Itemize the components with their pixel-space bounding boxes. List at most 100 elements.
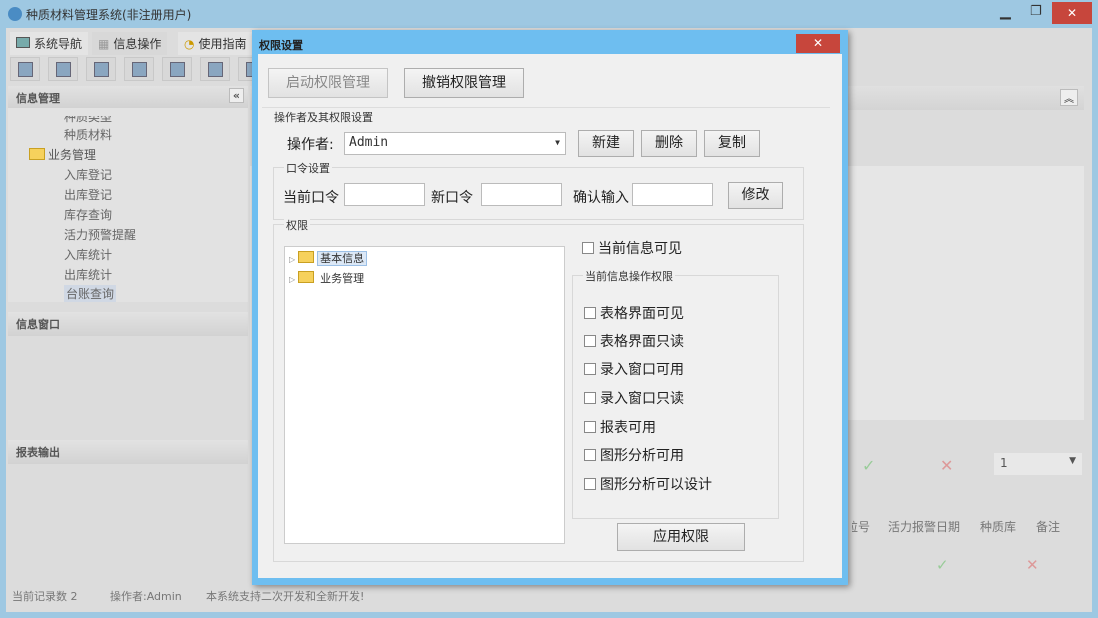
start-permission-button[interactable]: 启动权限管理 [268, 68, 388, 98]
user-tool-button[interactable] [124, 57, 154, 81]
checkbox-label: 图形分析可以设计 [600, 477, 712, 493]
confirm-icon[interactable]: ✓ [936, 556, 949, 574]
tree-item[interactable]: 入库登记 [64, 166, 112, 183]
tab-label: 使用指南 [198, 37, 247, 51]
col-header[interactable]: 活力报警日期 [888, 518, 960, 535]
window-close-button[interactable]: ✕ [1052, 2, 1092, 24]
app-title: 种质材料管理系统(非注册用户) [26, 8, 192, 22]
status-operator: 操作者:Admin [110, 590, 182, 603]
tree-node[interactable]: ▷ 业务管理 [289, 270, 367, 286]
current-password-label: 当前口令 [283, 190, 339, 206]
panel-title: 信息管理 [16, 92, 60, 105]
section-label: 操作者及其权限设置 [274, 111, 373, 124]
copy-button[interactable]: 复制 [704, 130, 760, 157]
dialog-close-button[interactable]: ✕ [796, 34, 840, 53]
op-checkbox[interactable]: 图形分析可用 [584, 445, 684, 465]
visible-checkbox[interactable]: 当前信息可见 [582, 238, 682, 258]
document-tool-button[interactable] [86, 57, 116, 81]
checkbox-label: 录入窗口可用 [600, 362, 684, 378]
screen-tool-button[interactable] [162, 57, 192, 81]
modify-button[interactable]: 修改 [728, 182, 783, 209]
maximize-button[interactable]: ❐ [1030, 4, 1042, 19]
tab-info-ops[interactable]: ▦ 信息操作 [92, 32, 168, 55]
col-header[interactable]: 种质库 [980, 518, 1016, 535]
apply-permission-button[interactable]: 应用权限 [617, 523, 745, 551]
confirm-password-input[interactable] [632, 183, 713, 206]
group-label: 口令设置 [284, 160, 332, 176]
new-button[interactable]: 新建 [578, 130, 634, 157]
panel-title: 信息窗口 [16, 318, 60, 331]
collapse-up-icon[interactable]: ︽ [1060, 89, 1078, 106]
app-icon [8, 7, 22, 21]
chevron-down-icon: ▼ [555, 138, 560, 147]
tree-item[interactable]: 库存查询 [64, 206, 112, 223]
op-checkbox[interactable]: 录入窗口可用 [584, 359, 684, 379]
op-checkbox[interactable]: 表格界面可见 [584, 303, 684, 323]
tab-guide[interactable]: ◔ 使用指南 [178, 32, 253, 55]
tree-item[interactable]: 活力预警提醒 [64, 226, 136, 243]
monitor-icon [16, 37, 30, 48]
tree-item[interactable]: 种质类型 [64, 116, 112, 125]
revoke-permission-button[interactable]: 撤销权限管理 [404, 68, 524, 98]
op-checkbox[interactable]: 表格界面只读 [584, 331, 684, 351]
status-records: 当前记录数 2 [12, 590, 78, 603]
panel-title: 报表输出 [16, 446, 60, 459]
tree-item-selected[interactable]: 台账查询 [64, 285, 117, 302]
tree-label: 基本信息 [317, 251, 368, 266]
tree-item[interactable]: 出库登记 [64, 186, 112, 203]
panel-report-header: 报表输出 [8, 440, 248, 464]
status-note: 本系统支持二次开发和全新开发! [206, 590, 365, 603]
window-tool-button[interactable] [200, 57, 230, 81]
folder-icon [29, 148, 45, 160]
checkbox-label: 表格界面只读 [600, 334, 684, 350]
op-checkbox[interactable]: 图形分析可以设计 [584, 474, 712, 494]
chevron-down-icon: ▼ [1069, 456, 1076, 466]
new-password-label: 新口令 [431, 190, 473, 206]
grid-icon: ▦ [98, 37, 110, 51]
cancel-icon[interactable]: ✕ [1026, 556, 1039, 574]
delete-button[interactable]: 删除 [641, 130, 697, 157]
tree-label: 业务管理 [320, 272, 365, 285]
cancel-icon[interactable]: ✕ [940, 456, 953, 475]
confirm-icon[interactable]: ✓ [862, 456, 875, 475]
tree-item[interactable]: 种质材料 [64, 126, 112, 143]
nav-tree: 种质类型 种质材料 业务管理 入库登记 出库登记 库存查询 活力预警提醒 入库统… [8, 108, 248, 302]
group-label: 权限 [284, 217, 310, 233]
folder-icon [298, 271, 315, 283]
op-checkbox[interactable]: 报表可用 [584, 417, 656, 437]
op-checkbox[interactable]: 录入窗口只读 [584, 388, 684, 408]
checkbox-label: 表格界面可见 [600, 306, 684, 322]
tree-item[interactable]: 出库统计 [64, 266, 112, 283]
page-select-value: 1 [1000, 456, 1008, 470]
tab-label: 信息操作 [113, 37, 162, 51]
panel-info-window-header: 信息窗口 [8, 312, 248, 336]
tab-system-nav[interactable]: 系统导航 [10, 32, 89, 55]
tree-item[interactable]: 入库统计 [64, 246, 112, 263]
new-password-input[interactable] [481, 183, 562, 206]
clock-icon: ◔ [184, 37, 195, 51]
checkbox-label: 报表可用 [600, 420, 656, 436]
permission-tree[interactable]: ▷ 基本信息 ▷ 业务管理 [284, 246, 565, 544]
current-password-input[interactable] [344, 183, 425, 206]
confirm-password-label: 确认输入 [573, 190, 629, 206]
minimize-button[interactable]: ▁ [1000, 4, 1011, 20]
tree-item[interactable]: 业务管理 [26, 146, 96, 163]
checkbox-label: 当前信息可见 [598, 241, 682, 257]
folder-icon [298, 251, 315, 263]
group-label: 当前信息操作权限 [583, 268, 675, 284]
operator-select[interactable]: Admin ▼ [344, 132, 566, 155]
col-header[interactable]: 备注 [1036, 518, 1060, 535]
tab-label: 系统导航 [34, 37, 83, 51]
page-select[interactable]: 1 ▼ [994, 453, 1082, 475]
panel-info-mgmt-header: 信息管理 « [8, 86, 248, 108]
expand-icon: ▷ [289, 275, 296, 284]
checkbox-label: 录入窗口只读 [600, 391, 684, 407]
expand-icon: ▷ [289, 255, 296, 264]
col-header[interactable]: 粒号 [852, 518, 870, 535]
tree-node[interactable]: ▷ 基本信息 [289, 250, 368, 266]
collapse-icon[interactable]: « [228, 88, 244, 103]
search-tool-button[interactable] [10, 57, 40, 81]
list-tool-button[interactable] [48, 57, 78, 81]
operator-value: Admin [349, 135, 389, 150]
permission-dialog: 权限设置 ✕ 启动权限管理 撤销权限管理 操作者及其权限设置 操作者: Admi… [252, 30, 848, 585]
